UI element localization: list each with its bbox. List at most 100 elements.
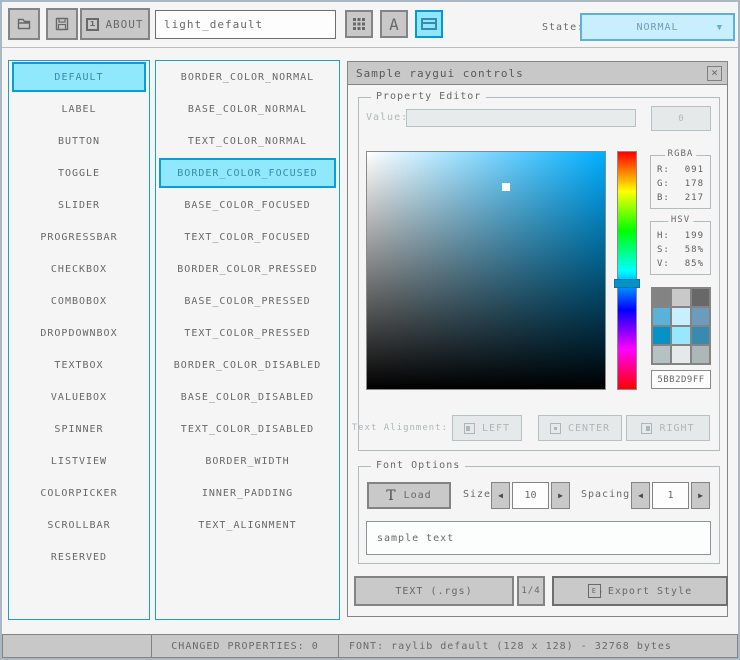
list-item-text-color-normal[interactable]: TEXT_COLOR_NORMAL (156, 125, 339, 157)
list-item-border-color-pressed[interactable]: BORDER_COLOR_PRESSED (156, 253, 339, 285)
list-item-default[interactable]: DEFAULT (12, 62, 146, 92)
close-icon: × (711, 66, 718, 79)
list-item-toggle[interactable]: TOGGLE (9, 157, 149, 189)
spacing-decrement-button[interactable]: ◀ (631, 482, 650, 509)
list-item-border-color-focused[interactable]: BORDER_COLOR_FOCUSED (159, 158, 336, 188)
align-left-icon (464, 423, 475, 434)
folder-icon (16, 16, 32, 32)
export-style-button[interactable]: E› Export Style (552, 576, 728, 606)
hsv-row-v: V:85% (651, 259, 710, 272)
rgba-group-label: RGBA (665, 149, 697, 159)
list-item-scrollbar[interactable]: SCROLLBAR (9, 509, 149, 541)
align-right-icon (641, 423, 652, 434)
hex-color-value[interactable]: 5BB2D9FF (651, 370, 711, 389)
size-value[interactable]: 10 (512, 482, 549, 509)
style-name-input[interactable] (155, 10, 336, 39)
export-format-button[interactable]: TEXT (.rgs) (354, 576, 514, 606)
palette-color[interactable] (692, 327, 709, 344)
save-file-button[interactable] (46, 8, 78, 40)
statusbar-left-section (2, 634, 152, 658)
align-center-icon (550, 423, 561, 434)
list-item-label[interactable]: LABEL (9, 93, 149, 125)
value-input[interactable] (406, 109, 636, 127)
color-saturation-value-picker[interactable] (366, 151, 606, 390)
statusbar-changed-properties: CHANGED PROPERTIES: 0 (151, 634, 339, 658)
format-page-button[interactable]: 1/4 (517, 576, 545, 606)
controls-mode-button[interactable] (415, 10, 443, 38)
load-font-button[interactable]: T Load (367, 482, 451, 509)
list-item-border-width[interactable]: BORDER_WIDTH (156, 445, 339, 477)
list-item-progressbar[interactable]: PROGRESSBAR (9, 221, 149, 253)
rgba-row-b: B:217 (651, 193, 710, 206)
toolbar: i ABOUT A State: NORMAL ▼ (2, 2, 738, 48)
list-item-spinner[interactable]: SPINNER (9, 413, 149, 445)
list-item-base-color-focused[interactable]: BASE_COLOR_FOCUSED (156, 189, 339, 221)
rgba-row-r: R:091 (651, 165, 710, 178)
spacing-increment-button[interactable]: ▶ (691, 482, 710, 509)
export-file-icon: E› (588, 584, 601, 598)
palette-color[interactable] (672, 346, 689, 363)
close-button[interactable]: × (707, 66, 722, 81)
list-item-border-color-normal[interactable]: BORDER_COLOR_NORMAL (156, 61, 339, 93)
style-table-mode-button[interactable] (345, 10, 373, 38)
align-left-button[interactable]: LEFT (452, 415, 522, 441)
list-item-text-color-focused[interactable]: TEXT_COLOR_FOCUSED (156, 221, 339, 253)
grid-icon (352, 17, 366, 31)
palette-color[interactable] (653, 289, 670, 306)
align-right-button[interactable]: RIGHT (626, 415, 710, 441)
list-item-slider[interactable]: SLIDER (9, 189, 149, 221)
arrow-left-icon: ◀ (498, 491, 503, 500)
spacing-label: Spacing: (581, 489, 637, 500)
palette-color[interactable] (692, 289, 709, 306)
sample-window: Sample raygui controls × Property Editor… (347, 61, 728, 617)
size-increment-button[interactable]: ▶ (551, 482, 570, 509)
palette-color[interactable] (653, 327, 670, 344)
size-decrement-button[interactable]: ◀ (491, 482, 510, 509)
list-item-valuebox[interactable]: VALUEBOX (9, 381, 149, 413)
list-item-text-alignment[interactable]: TEXT_ALIGNMENT (156, 509, 339, 541)
hue-slider[interactable] (617, 151, 637, 390)
palette-color[interactable] (672, 308, 689, 325)
palette-color[interactable] (692, 346, 709, 363)
list-item-combobox[interactable]: COMBOBOX (9, 285, 149, 317)
font-mode-button[interactable]: A (380, 10, 408, 38)
palette-color[interactable] (653, 308, 670, 325)
list-item-base-color-normal[interactable]: BASE_COLOR_NORMAL (156, 93, 339, 125)
list-item-text-color-disabled[interactable]: TEXT_COLOR_DISABLED (156, 413, 339, 445)
list-item-text-color-pressed[interactable]: TEXT_COLOR_PRESSED (156, 317, 339, 349)
open-file-button[interactable] (8, 8, 40, 40)
palette-color[interactable] (692, 308, 709, 325)
list-item-base-color-disabled[interactable]: BASE_COLOR_DISABLED (156, 381, 339, 413)
color-picker-marker[interactable] (502, 183, 510, 191)
palette-color[interactable] (653, 346, 670, 363)
state-label: State: (542, 22, 584, 33)
value-apply-button[interactable]: 0 (651, 106, 711, 131)
hue-slider-thumb[interactable] (614, 279, 640, 288)
text-glyph-icon: T (386, 489, 396, 503)
properties-listview: BORDER_COLOR_NORMAL BASE_COLOR_NORMAL TE… (155, 60, 340, 620)
arrow-right-icon: ▶ (698, 491, 703, 500)
list-item-border-color-disabled[interactable]: BORDER_COLOR_DISABLED (156, 349, 339, 381)
controls-listview: DEFAULT LABEL BUTTON TOGGLE SLIDER PROGR… (8, 60, 150, 620)
list-item-reserved[interactable]: RESERVED (9, 541, 149, 573)
list-item-checkbox[interactable]: CHECKBOX (9, 253, 149, 285)
list-item-base-color-pressed[interactable]: BASE_COLOR_PRESSED (156, 285, 339, 317)
list-item-colorpicker[interactable]: COLORPICKER (9, 477, 149, 509)
list-item-inner-padding[interactable]: INNER_PADDING (156, 477, 339, 509)
font-sample-textbox[interactable]: sample text (366, 521, 711, 555)
about-button[interactable]: i ABOUT (80, 8, 150, 40)
spacing-value[interactable]: 1 (652, 482, 689, 509)
palette-color[interactable] (672, 289, 689, 306)
list-item-listview[interactable]: LISTVIEW (9, 445, 149, 477)
info-icon: i (86, 18, 99, 31)
state-dropdown[interactable]: NORMAL ▼ (580, 13, 735, 41)
arrow-right-icon: ▶ (558, 491, 563, 500)
palette-color[interactable] (672, 327, 689, 344)
align-center-button[interactable]: CENTER (538, 415, 622, 441)
value-label: Value: (366, 112, 408, 123)
sample-window-title: Sample raygui controls (356, 67, 524, 80)
hsv-group: HSV H:199 S:58% V:85% (650, 221, 711, 275)
list-item-dropdownbox[interactable]: DROPDOWNBOX (9, 317, 149, 349)
list-item-textbox[interactable]: TEXTBOX (9, 349, 149, 381)
list-item-button[interactable]: BUTTON (9, 125, 149, 157)
